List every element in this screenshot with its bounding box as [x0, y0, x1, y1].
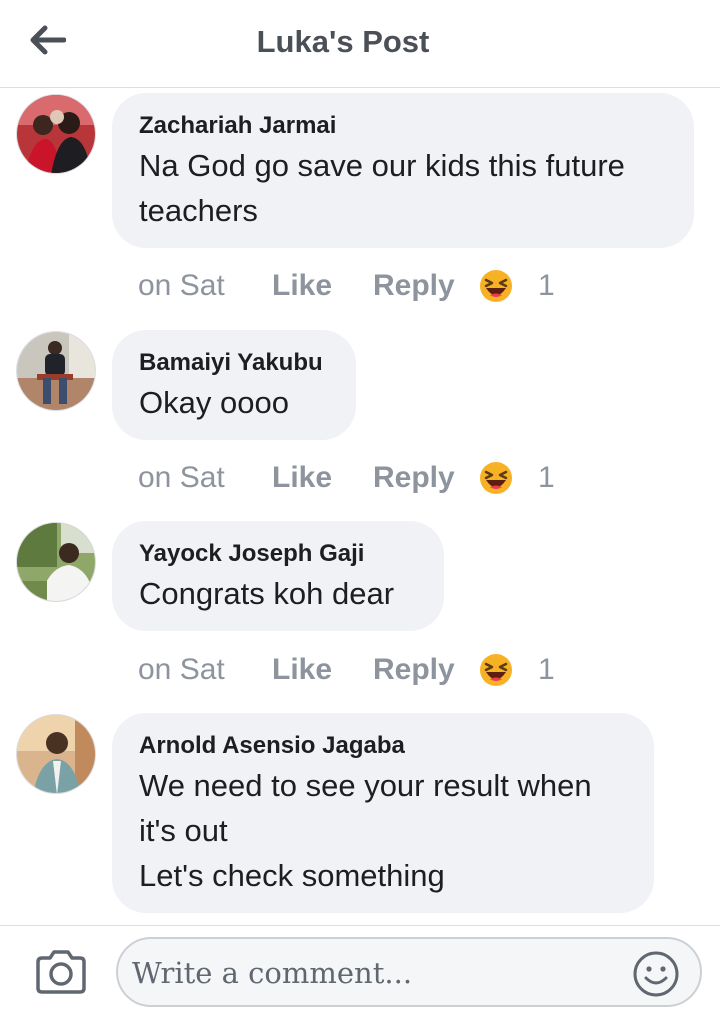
comment-input[interactable]: [132, 951, 622, 995]
like-button[interactable]: Like: [272, 461, 373, 495]
avatar-photo: [17, 332, 95, 410]
comment-text: Okay oooo: [139, 380, 328, 425]
comment-bubble: Zachariah Jarmai Na God go save our kids…: [112, 93, 694, 248]
comment-text-line: Okay oooo: [139, 385, 289, 420]
comment-text: Congrats koh dear: [139, 571, 416, 616]
comment-timestamp[interactable]: on Sat: [138, 461, 272, 495]
comment-bubble: Arnold Asensio Jagaba We need to see you…: [112, 713, 654, 913]
avatar[interactable]: [16, 522, 96, 602]
comment-text: We need to see your result when it's out…: [139, 763, 626, 898]
comment-timestamp[interactable]: on Sat: [138, 653, 272, 687]
top-bar: Luka's Post: [0, 0, 720, 88]
reaction-count: 1: [538, 653, 555, 686]
comment-actions: on Sat Like Reply 1: [138, 266, 555, 306]
comment-composer: [0, 925, 720, 1013]
comment-bubble: Bamaiyi Yakubu Okay oooo: [112, 330, 356, 440]
smiley-icon: [633, 951, 679, 997]
comment-timestamp[interactable]: on Sat: [138, 269, 272, 303]
like-button[interactable]: Like: [272, 653, 373, 687]
comment-bubble: Yayock Joseph Gaji Congrats koh dear: [112, 521, 444, 631]
comment-input-box[interactable]: [116, 937, 702, 1007]
page-title: Luka's Post: [0, 24, 720, 60]
comment-list: Zachariah Jarmai Na God go save our kids…: [0, 89, 720, 925]
comment-actions: on Sat Like Reply 1: [138, 458, 555, 498]
comment-text-line: Congrats koh dear: [139, 576, 395, 611]
avatar-photo: [17, 95, 95, 173]
laughing-emoji-icon: [480, 270, 512, 302]
camera-button[interactable]: [34, 948, 88, 996]
emoji-button[interactable]: [632, 950, 680, 998]
reaction-summary[interactable]: 1: [479, 461, 555, 495]
reply-button[interactable]: Reply: [373, 461, 479, 495]
page-title-text: Luka's Post: [256, 24, 430, 59]
comment-text-line: We need to see your result when: [139, 768, 592, 803]
comment-author[interactable]: Yayock Joseph Gaji: [139, 539, 416, 569]
comment-text: Na God go save our kids this future teac…: [139, 143, 666, 233]
avatar[interactable]: [16, 714, 96, 794]
comment-author[interactable]: Arnold Asensio Jagaba: [139, 731, 626, 761]
like-button[interactable]: Like: [272, 269, 373, 303]
comment-text-line: Let's check something: [139, 858, 445, 893]
comment-author[interactable]: Zachariah Jarmai: [139, 111, 666, 141]
comment-text-line: it's out: [139, 813, 228, 848]
reaction-summary[interactable]: 1: [479, 269, 555, 303]
reaction-count: 1: [538, 461, 555, 494]
comment-actions: on Sat Like Reply 1: [138, 650, 555, 690]
reply-button[interactable]: Reply: [373, 653, 479, 687]
reaction-summary[interactable]: 1: [479, 653, 555, 687]
reply-button[interactable]: Reply: [373, 269, 479, 303]
avatar-photo: [17, 715, 95, 793]
avatar[interactable]: [16, 94, 96, 174]
reaction-count: 1: [538, 269, 555, 302]
comment-author[interactable]: Bamaiyi Yakubu: [139, 348, 328, 378]
laughing-emoji-icon: [480, 654, 512, 686]
camera-icon: [36, 950, 86, 994]
avatar-photo: [17, 523, 95, 601]
comment-text-line: teachers: [139, 193, 258, 228]
comment-text-line: Na God go save our kids this future: [139, 148, 625, 183]
avatar[interactable]: [16, 331, 96, 411]
laughing-emoji-icon: [480, 462, 512, 494]
